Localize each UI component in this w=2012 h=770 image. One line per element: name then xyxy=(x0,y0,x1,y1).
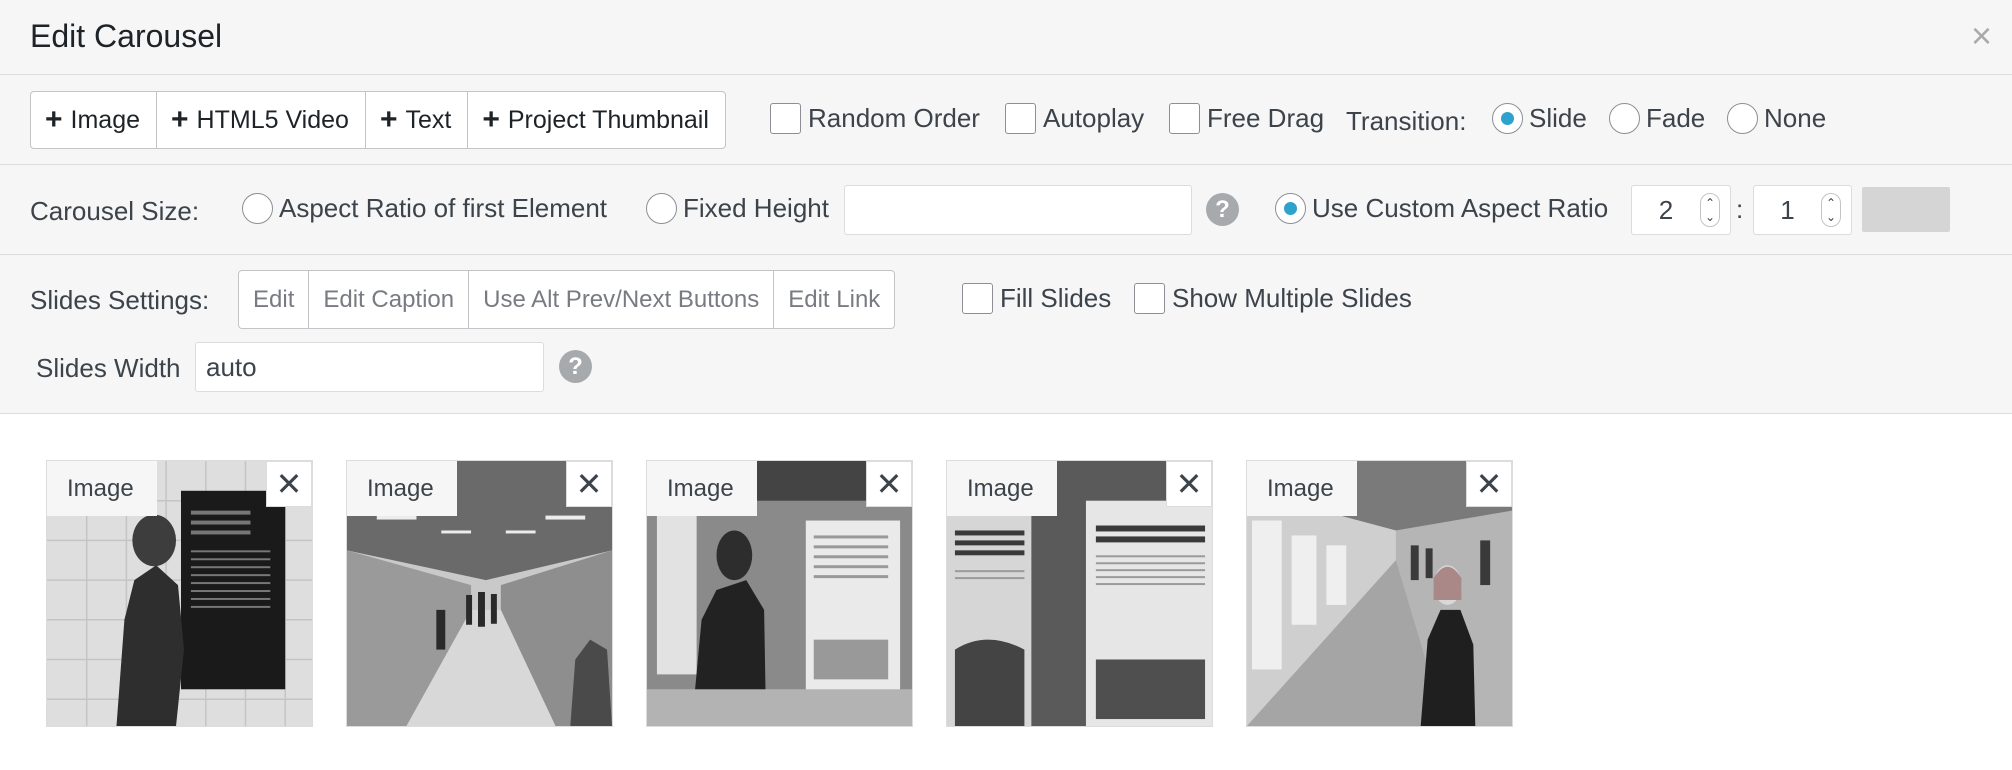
content-toolbar: + Image + HTML5 Video + Text + Project T… xyxy=(0,75,2012,165)
fixed-height-radio[interactable]: Fixed Height xyxy=(646,193,829,224)
random-order-checkbox[interactable]: Random Order xyxy=(770,103,980,134)
ratio-height-value[interactable]: 1 xyxy=(1754,195,1821,226)
ratio-width-stepper[interactable]: 2 ⌃ ⌄ xyxy=(1631,185,1731,235)
slide-item[interactable]: Image ✕ xyxy=(1246,460,1513,727)
edit-link-button[interactable]: Edit Link xyxy=(774,271,894,328)
autoplay-checkbox[interactable]: Autoplay xyxy=(1005,103,1144,134)
slides-settings-label: Slides Settings: xyxy=(30,285,210,315)
remove-slide-icon[interactable]: ✕ xyxy=(1466,461,1512,507)
transition-none-radio[interactable]: None xyxy=(1727,103,1826,134)
aspect-ratio-first-element-label: Aspect Ratio of first Element xyxy=(279,193,608,223)
radio-button[interactable] xyxy=(1609,103,1640,134)
transition-slide-radio[interactable]: Slide xyxy=(1492,103,1587,134)
show-multiple-slides-checkbox[interactable]: Show Multiple Slides xyxy=(1134,283,1412,314)
transition-label: Transition: xyxy=(1346,106,1467,136)
add-image-label: Image xyxy=(70,105,141,134)
ratio-width-value[interactable]: 2 xyxy=(1632,195,1700,226)
slides-settings-toolbar: Slides Settings: Edit Edit Caption Use A… xyxy=(0,255,2012,414)
transition-fade-label: Fade xyxy=(1646,103,1706,133)
add-text-label: Text xyxy=(405,105,452,134)
checkbox-box[interactable] xyxy=(1134,283,1165,314)
radio-button[interactable] xyxy=(1727,103,1758,134)
help-icon[interactable]: ? xyxy=(1206,193,1239,226)
checkbox-box[interactable] xyxy=(1005,103,1036,134)
radio-button-selected[interactable] xyxy=(1492,103,1523,134)
slides-width-label: Slides Width xyxy=(36,353,181,383)
add-content-button-group: + Image + HTML5 Video + Text + Project T… xyxy=(30,91,726,149)
spinner-arrows-icon[interactable]: ⌃ ⌄ xyxy=(1821,193,1841,227)
plus-icon: + xyxy=(379,103,398,136)
add-html5-video-button[interactable]: + HTML5 Video xyxy=(157,92,366,148)
free-drag-label: Free Drag xyxy=(1207,103,1325,133)
fill-slides-checkbox[interactable]: Fill Slides xyxy=(962,283,1111,314)
autoplay-label: Autoplay xyxy=(1043,103,1145,133)
transition-none-label: None xyxy=(1764,103,1827,133)
fixed-height-input[interactable] xyxy=(844,185,1192,235)
checkbox-box[interactable] xyxy=(962,283,993,314)
custom-aspect-ratio-radio[interactable]: Use Custom Aspect Ratio xyxy=(1275,193,1608,224)
slide-type-label: Image xyxy=(1247,461,1357,516)
slide-item[interactable]: Image ✕ xyxy=(46,460,313,727)
ratio-separator: : xyxy=(1736,194,1744,224)
checkbox-box[interactable] xyxy=(770,103,801,134)
show-multiple-slides-label: Show Multiple Slides xyxy=(1172,283,1412,313)
remove-slide-icon[interactable]: ✕ xyxy=(566,461,612,507)
add-project-thumbnail-button[interactable]: + Project Thumbnail xyxy=(468,92,725,148)
transition-slide-label: Slide xyxy=(1529,103,1587,133)
radio-button[interactable] xyxy=(646,193,677,224)
apply-ratio-button[interactable] xyxy=(1862,187,1950,232)
edit-caption-button[interactable]: Edit Caption xyxy=(309,271,470,328)
remove-slide-icon[interactable]: ✕ xyxy=(1166,461,1212,507)
random-order-label: Random Order xyxy=(808,103,980,133)
slide-item[interactable]: Image ✕ xyxy=(346,460,613,727)
add-video-label: HTML5 Video xyxy=(196,105,349,134)
modal-header: Edit Carousel × xyxy=(0,0,2012,75)
slide-type-label: Image xyxy=(947,461,1057,516)
add-image-button[interactable]: + Image xyxy=(31,92,158,148)
fill-slides-label: Fill Slides xyxy=(1000,283,1112,313)
slide-type-label: Image xyxy=(47,461,157,516)
add-text-button[interactable]: + Text xyxy=(366,92,469,148)
slide-item[interactable]: Image ✕ xyxy=(946,460,1213,727)
free-drag-checkbox[interactable]: Free Drag xyxy=(1169,103,1324,134)
aspect-ratio-first-element-radio[interactable]: Aspect Ratio of first Element xyxy=(242,193,607,224)
add-project-thumbnail-label: Project Thumbnail xyxy=(507,105,709,134)
alt-prev-next-buttons-button[interactable]: Use Alt Prev/Next Buttons xyxy=(469,271,775,328)
custom-aspect-ratio-label: Use Custom Aspect Ratio xyxy=(1312,193,1609,223)
slide-type-label: Image xyxy=(647,461,757,516)
edit-button[interactable]: Edit xyxy=(239,271,310,328)
close-icon[interactable]: × xyxy=(1971,18,1992,54)
slide-item[interactable]: Image ✕ xyxy=(646,460,913,727)
transition-fade-radio[interactable]: Fade xyxy=(1609,103,1705,134)
carousel-size-toolbar: Carousel Size: Aspect Ratio of first Ele… xyxy=(0,165,2012,255)
slide-type-label: Image xyxy=(347,461,457,516)
slides-width-input[interactable] xyxy=(195,342,544,392)
checkbox-box[interactable] xyxy=(1169,103,1200,134)
slides-list: Image ✕ Image ✕ Image ✕ Image ✕ Image ✕ xyxy=(0,415,2012,770)
plus-icon: + xyxy=(45,103,63,136)
remove-slide-icon[interactable]: ✕ xyxy=(866,461,912,507)
spinner-arrows-icon[interactable]: ⌃ ⌄ xyxy=(1700,193,1720,227)
radio-button[interactable] xyxy=(242,193,273,224)
radio-button-selected[interactable] xyxy=(1275,193,1306,224)
carousel-size-label: Carousel Size: xyxy=(30,196,200,226)
help-icon[interactable]: ? xyxy=(559,350,592,383)
plus-icon: + xyxy=(171,103,189,136)
plus-icon: + xyxy=(482,103,500,136)
modal-title: Edit Carousel xyxy=(30,18,223,54)
ratio-height-stepper[interactable]: 1 ⌃ ⌄ xyxy=(1753,185,1852,235)
slide-settings-button-group: Edit Edit Caption Use Alt Prev/Next Butt… xyxy=(238,270,896,329)
remove-slide-icon[interactable]: ✕ xyxy=(266,461,312,507)
fixed-height-label: Fixed Height xyxy=(683,193,829,223)
